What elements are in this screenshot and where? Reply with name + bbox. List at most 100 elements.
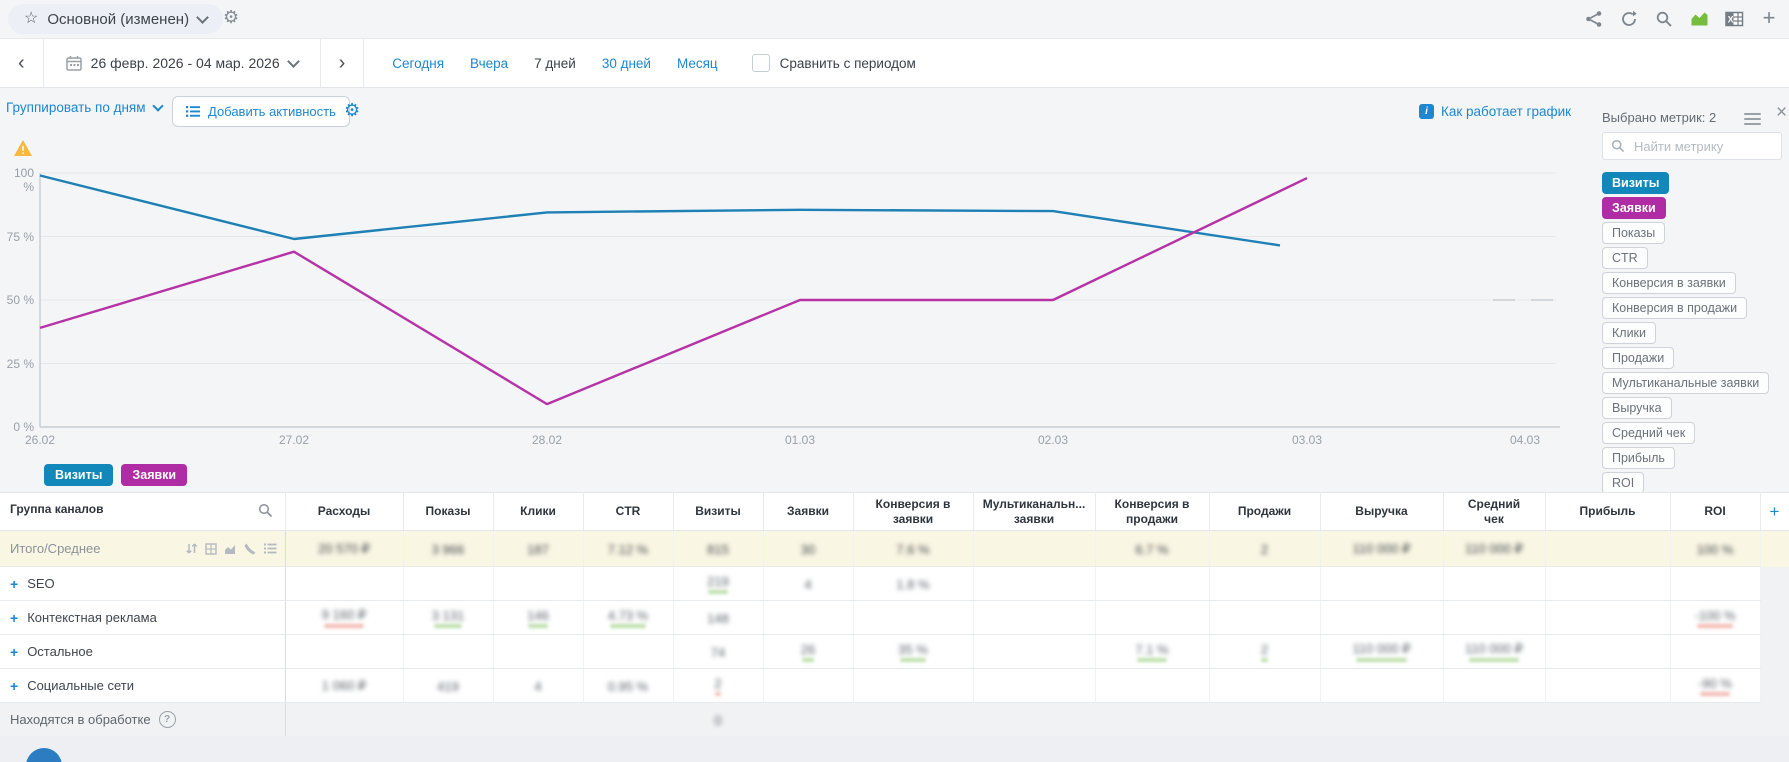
- date-range-control[interactable]: 26 февр. 2026 - 04 мар. 2026: [44, 39, 321, 87]
- metrics-list-icon[interactable]: [1744, 113, 1761, 128]
- channel-group-cell[interactable]: +Контекстная реклама: [0, 601, 285, 635]
- metric-chip[interactable]: Мультиканальные заявки: [1602, 372, 1769, 394]
- excel-export-icon[interactable]: X: [1724, 9, 1744, 29]
- row-tools: [185, 542, 277, 555]
- add-activity-label: Добавить активность: [208, 104, 336, 119]
- add-report-icon[interactable]: +: [1759, 8, 1779, 28]
- metric-search-box[interactable]: [1602, 132, 1782, 160]
- next-period-button[interactable]: ›: [321, 39, 365, 87]
- date-preset[interactable]: Месяц: [677, 56, 718, 71]
- bottom-strip: [0, 736, 1789, 762]
- legend-chip[interactable]: Визиты: [44, 464, 113, 486]
- date-preset[interactable]: 30 дней: [602, 56, 651, 71]
- how-chart-works-link[interactable]: i Как работает график: [1419, 104, 1571, 119]
- cell-roi: 100 %: [1670, 531, 1760, 567]
- metric-chip[interactable]: Конверсия в продажи: [1602, 297, 1747, 319]
- report-view-selector[interactable]: ☆ Основной (изменен): [8, 4, 223, 34]
- column-header-costs[interactable]: Расходы: [285, 493, 403, 531]
- expand-icon[interactable]: +: [10, 678, 18, 694]
- metric-chip[interactable]: Выручка: [1602, 397, 1672, 419]
- cell-clicks: 4: [493, 669, 583, 703]
- group-by-selector[interactable]: Группировать по дням: [6, 100, 162, 115]
- column-header-visits[interactable]: Визиты: [673, 493, 763, 531]
- channel-group-cell[interactable]: +Социальные сети: [0, 669, 285, 703]
- column-header-avg_check[interactable]: Средний чек: [1443, 493, 1545, 531]
- cell-multi_leads: [973, 567, 1095, 601]
- redacted-value: 3 131: [432, 608, 465, 628]
- chart-settings-gear-icon[interactable]: ⚙: [344, 101, 360, 119]
- table-search-icon[interactable]: [258, 503, 273, 522]
- grid-icon[interactable]: [205, 543, 217, 555]
- metric-chip[interactable]: CTR: [1602, 247, 1648, 269]
- redacted-value: 100 %: [1697, 542, 1734, 557]
- chevron-down-icon: [152, 100, 163, 111]
- prev-period-button[interactable]: ‹: [0, 39, 44, 87]
- metric-chip[interactable]: Прибыль: [1602, 447, 1675, 469]
- redacted-value: 20 570 ₽: [318, 541, 370, 557]
- expand-icon[interactable]: +: [10, 610, 18, 626]
- expand-icon[interactable]: +: [10, 644, 18, 660]
- redacted-value: 1 060 ₽: [322, 678, 366, 694]
- cell-roi: -90 %: [1670, 669, 1760, 703]
- metric-chip[interactable]: Визиты: [1602, 172, 1669, 194]
- metric-chip[interactable]: Заявки: [1602, 197, 1666, 219]
- column-header-impressions[interactable]: Показы: [403, 493, 493, 531]
- channel-group-cell[interactable]: Итого/Среднее: [0, 531, 285, 567]
- column-header-clicks[interactable]: Клики: [493, 493, 583, 531]
- column-header-roi[interactable]: ROI: [1670, 493, 1760, 531]
- metric-chip[interactable]: Продажи: [1602, 347, 1674, 369]
- column-header-name: Группа каналов: [0, 493, 285, 531]
- column-header-multi_leads[interactable]: Мультиканальн... заявки: [973, 493, 1095, 531]
- column-header-revenue[interactable]: Выручка: [1320, 493, 1443, 531]
- redacted-value: 3 966: [432, 542, 465, 557]
- redacted-value: 7.12 %: [608, 542, 648, 557]
- add-column-button[interactable]: +: [1760, 493, 1789, 531]
- cell-multi_leads: [973, 531, 1095, 567]
- metric-search-input[interactable]: [1632, 138, 1766, 155]
- metric-chip[interactable]: Конверсия в заявки: [1602, 272, 1736, 294]
- star-icon[interactable]: ☆: [24, 11, 38, 27]
- column-header-conv_leads[interactable]: Конверсия в заявки: [853, 493, 973, 531]
- date-preset[interactable]: 7 дней: [534, 56, 576, 71]
- refresh-icon[interactable]: [1619, 9, 1639, 29]
- phone-icon[interactable]: [244, 542, 257, 555]
- column-header-leads[interactable]: Заявки: [763, 493, 853, 531]
- date-preset[interactable]: Сегодня: [392, 56, 444, 71]
- add-activity-button[interactable]: Добавить активность: [172, 96, 350, 127]
- metrics-chart[interactable]: [0, 140, 1580, 445]
- help-icon[interactable]: ?: [159, 711, 176, 728]
- cell-avg_check: [1443, 669, 1545, 703]
- cell-sales: [1209, 601, 1320, 635]
- expand-icon[interactable]: +: [10, 576, 18, 592]
- close-icon[interactable]: ×: [1776, 102, 1787, 124]
- gear-icon[interactable]: ⚙: [223, 8, 239, 26]
- redacted-value: 2: [1261, 642, 1268, 662]
- channel-group-cell[interactable]: +Остальное: [0, 635, 285, 669]
- column-header-ctr[interactable]: CTR: [583, 493, 673, 531]
- share-icon[interactable]: [1584, 9, 1604, 29]
- chart-icon[interactable]: [224, 543, 237, 555]
- column-header-conv_sales[interactable]: Конверсия в продажи: [1095, 493, 1209, 531]
- redacted-value: -100 %: [1694, 608, 1735, 628]
- legend-chip[interactable]: Заявки: [121, 464, 187, 486]
- cell-ctr: 7.12 %: [583, 531, 673, 567]
- compare-checkbox[interactable]: [752, 54, 770, 72]
- list-icon: [186, 105, 200, 118]
- sort-icon[interactable]: [185, 542, 198, 555]
- metric-chip[interactable]: Клики: [1602, 322, 1656, 344]
- compare-period-toggle[interactable]: Сравнить с периодом: [752, 54, 916, 72]
- metric-chip[interactable]: ROI: [1602, 472, 1644, 494]
- search-icon[interactable]: [1654, 9, 1674, 29]
- how-chart-works-label: Как работает график: [1441, 104, 1571, 119]
- column-header-sales[interactable]: Продажи: [1209, 493, 1320, 531]
- cell-multi_leads: [973, 703, 1095, 737]
- metric-chip[interactable]: Показы: [1602, 222, 1665, 244]
- channel-group-cell[interactable]: Находятся в обработке?: [0, 703, 285, 737]
- date-preset[interactable]: Вчера: [470, 56, 508, 71]
- chart-view-icon[interactable]: [1689, 9, 1709, 29]
- metric-chip[interactable]: Средний чек: [1602, 422, 1695, 444]
- column-header-profit[interactable]: Прибыль: [1545, 493, 1670, 531]
- cell-avg_check: [1443, 601, 1545, 635]
- list-icon[interactable]: [264, 543, 277, 554]
- channel-group-cell[interactable]: +SEO: [0, 567, 285, 601]
